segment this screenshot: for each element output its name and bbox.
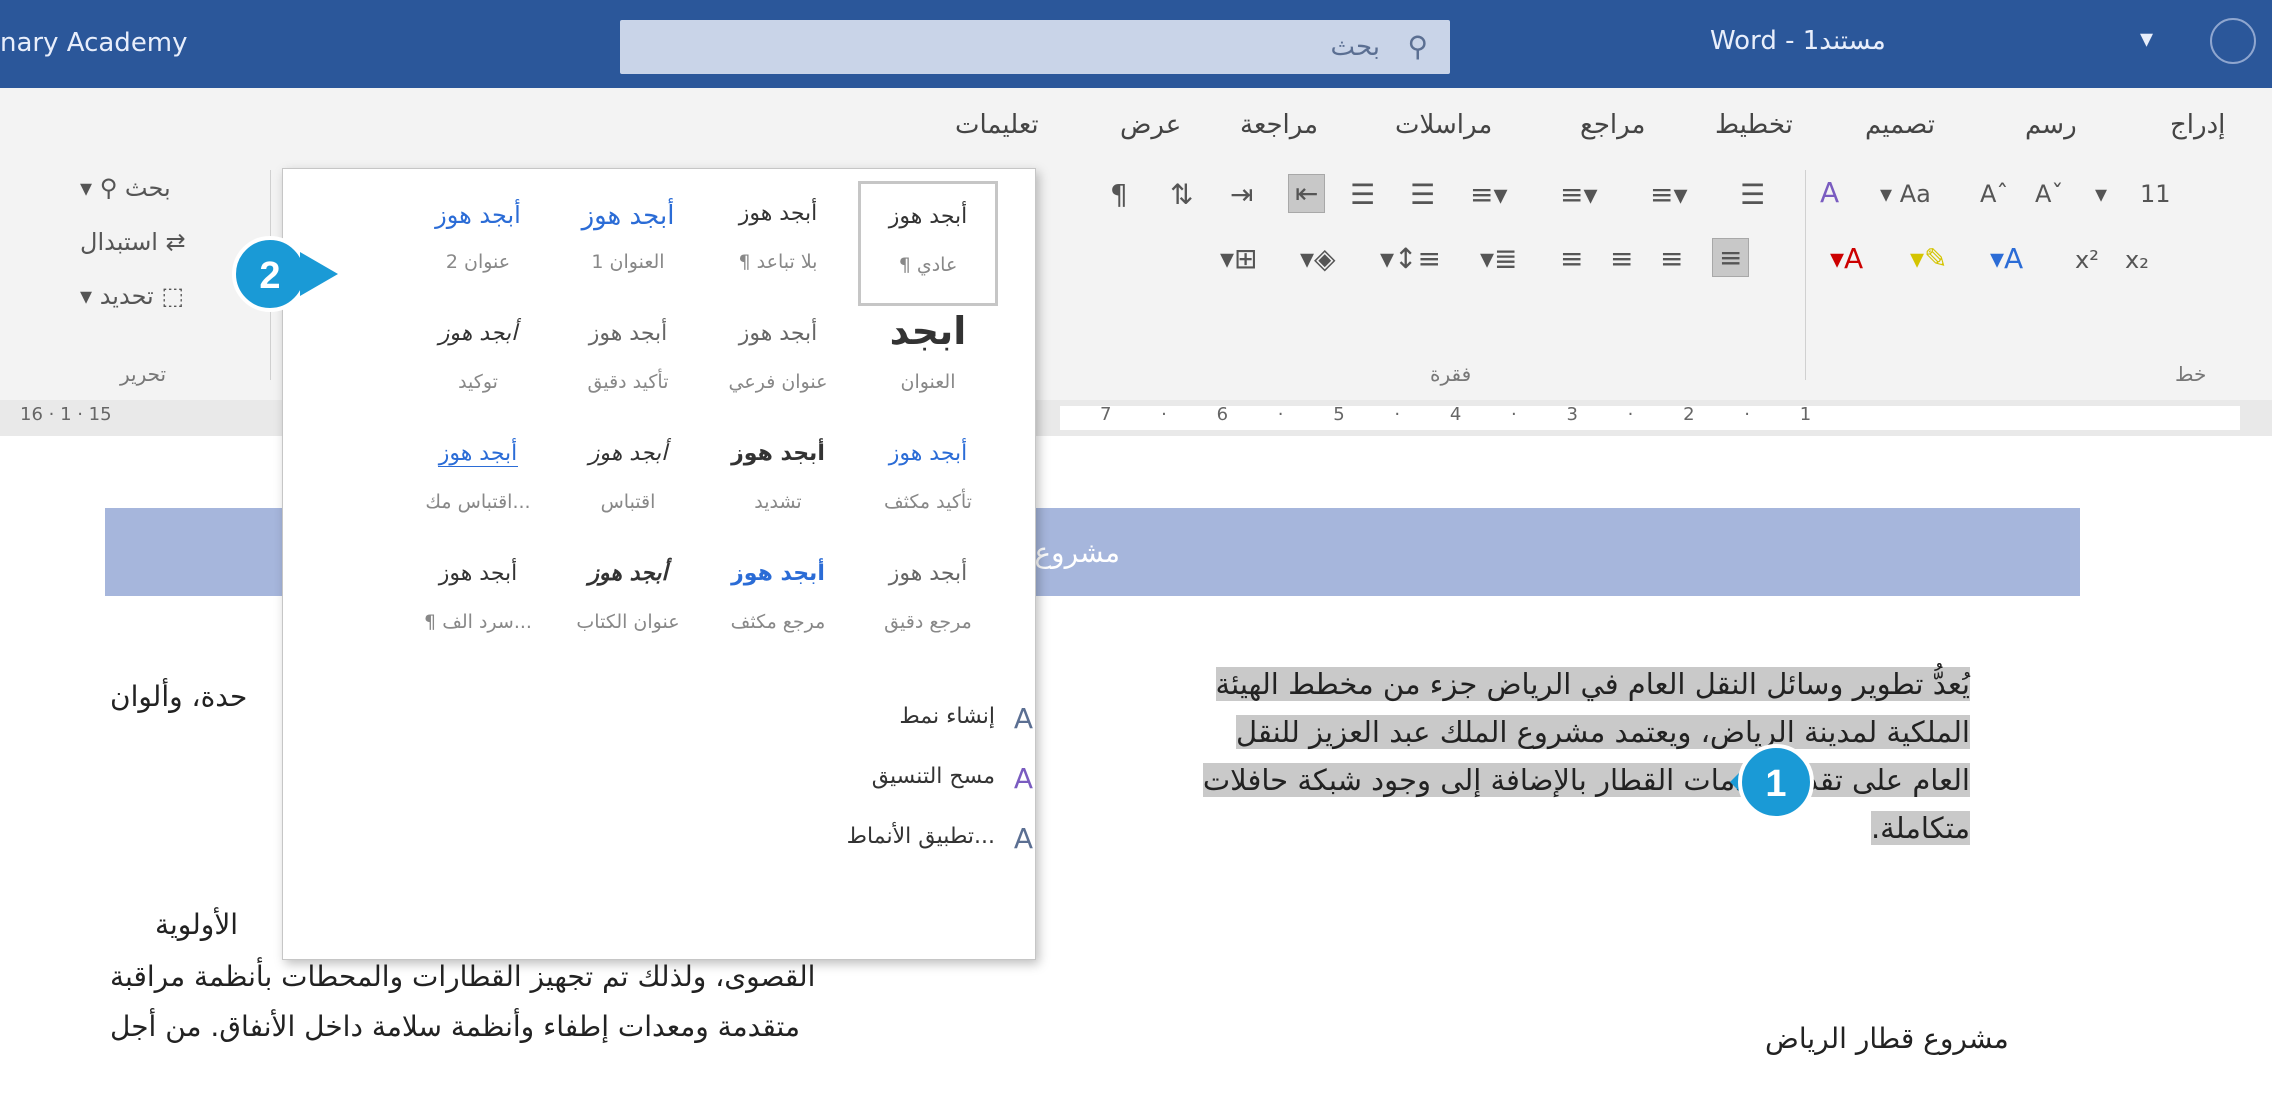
style-list-paragraph[interactable]: أبجد هوز ¶ سرد الف... <box>408 541 548 666</box>
callout-number-2: 2 <box>259 255 280 297</box>
document-title: Word - مستند1 <box>1710 26 1886 56</box>
change-case-button[interactable]: ▾ Aa <box>1880 180 1931 208</box>
align-right-icon[interactable]: ≡ <box>1660 242 1683 275</box>
text-effects-icon[interactable]: A <box>1820 176 1839 209</box>
shading-icon[interactable]: ▾◈ <box>1300 242 1336 275</box>
grow-font-button[interactable]: Aˆ <box>1980 180 2008 208</box>
user-avatar[interactable] <box>2210 18 2256 64</box>
group-separator <box>1805 170 1806 380</box>
find-button[interactable]: ▾ ⚲ بحث <box>80 174 171 202</box>
style-heading-2[interactable]: أبجد هوز عنوان 2 <box>408 181 548 306</box>
list-icon[interactable]: ☰ <box>1740 178 1765 211</box>
line-spacing-icon[interactable]: ▾↕≡ <box>1380 242 1441 275</box>
rtl-icon[interactable]: ⇤ <box>1288 174 1326 213</box>
create-style-icon: A <box>1013 702 1033 735</box>
tab-mailings[interactable]: مراسلات <box>1395 110 1492 140</box>
left-column-line: القصوى، ولذلك تم تجهيز القطارات والمحطات… <box>110 960 816 993</box>
borders-icon[interactable]: ▾⊞ <box>1220 242 1258 275</box>
clear-formatting-button[interactable]: مسح التنسيق A <box>872 762 1033 795</box>
align-center-icon[interactable]: ≡ <box>1610 242 1633 275</box>
tab-draw[interactable]: رسم <box>2025 110 2077 140</box>
replace-button[interactable]: استبدال ⇄ <box>80 228 186 256</box>
styles-gallery: أبجد هوز ¶ عادي أبجد هوز ¶ بلا تباعد أبج… <box>282 168 1036 960</box>
tab-view[interactable]: عرض <box>1120 110 1181 140</box>
style-subtitle[interactable]: أبجد هوز عنوان فرعي <box>708 301 848 426</box>
style-intense-quote[interactable]: أبجد هوز اقتباس مك... <box>408 421 548 546</box>
tab-references[interactable]: مراجع <box>1580 110 1645 140</box>
callout-badge-1: 1 <box>1730 744 1814 820</box>
pilcrow-icon[interactable]: ¶ <box>1110 178 1128 211</box>
style-emphasis[interactable]: أبجد هوز توكيد <box>408 301 548 426</box>
tab-layout[interactable]: تخطيط <box>1715 110 1793 140</box>
replace-icon: ⇄ <box>165 228 186 256</box>
account-name: nary Academy <box>0 28 188 58</box>
ltr-icon[interactable]: ⇥ <box>1230 178 1253 211</box>
apply-styles-button[interactable]: تطبيق الأنماط... A <box>847 822 1033 855</box>
text-effect-icon[interactable]: ▾A <box>1990 242 2023 275</box>
title-bar: nary Academy بحث ⚲ Word - مستند1 ▾ <box>0 0 2272 88</box>
ruler-numbers: 7 · 6 · 5 · 4 · 3 · 2 · 1 <box>1100 404 1834 425</box>
ruler-left-numbers: 16 · 1 · 15 <box>20 404 112 425</box>
editing-group-label: تحرير <box>120 362 167 386</box>
select-button[interactable]: ▾ تحديد ⬚ <box>80 282 184 310</box>
style-subtle-emphasis[interactable]: أبجد هوز تأكيد دقيق <box>558 301 698 426</box>
search-icon: ⚲ <box>1407 30 1428 63</box>
paragraph-group-label: فقرة <box>1430 362 1472 386</box>
bullets-icon[interactable]: ≡▾ <box>1650 178 1688 211</box>
left-column-priority: الأولوية <box>155 908 239 941</box>
justify-icon[interactable]: ▾≣ <box>1480 242 1518 275</box>
highlight-icon[interactable]: ▾✎ <box>1910 242 1948 275</box>
align-left-icon[interactable]: ≡ <box>1560 242 1583 275</box>
sort-icon[interactable]: ⇅ <box>1170 178 1193 211</box>
style-no-spacing[interactable]: أبجد هوز ¶ بلا تباعد <box>708 181 848 306</box>
style-intense-reference[interactable]: أبجد هوز مرجع مكثف <box>708 541 848 666</box>
clear-formatting-icon: A <box>1013 762 1033 795</box>
callout-badge-2: 2 <box>232 236 338 312</box>
tab-design[interactable]: تصميم <box>1865 110 1935 140</box>
left-column-line: حدة، وألوان <box>110 680 248 713</box>
decrease-indent-icon[interactable]: ☰ <box>1410 178 1435 211</box>
font-size-select[interactable]: ▾ <box>2095 180 2107 208</box>
apply-styles-icon: A <box>1013 822 1033 855</box>
numbering-icon[interactable]: ≡▾ <box>1560 178 1598 211</box>
multilevel-list-icon[interactable]: ≡▾ <box>1470 178 1508 211</box>
font-color-icon[interactable]: ▾A <box>1830 242 1863 275</box>
selected-paragraph[interactable]: يُعدُّ تطوير وسائل النقل العام في الرياض… <box>1170 660 1970 852</box>
section-heading: مشروع قطار الرياض <box>1765 1022 2009 1055</box>
align-justify-icon[interactable]: ≡ <box>1712 238 1750 277</box>
style-strong[interactable]: أبجد هوز تشديد <box>708 421 848 546</box>
style-heading-1[interactable]: أبجد هوز العنوان 1 <box>558 181 698 306</box>
pin-icon[interactable]: ▾ <box>2140 24 2153 54</box>
shrink-font-button[interactable]: Aˇ <box>2035 180 2063 208</box>
subscript-icon[interactable]: x₂ <box>2125 246 2149 274</box>
font-group-label: خط <box>2175 362 2207 386</box>
style-title[interactable]: ابجد العنوان <box>858 301 998 426</box>
search-label: بحث <box>1330 32 1380 62</box>
style-intense-emphasis[interactable]: أبجد هوز تأكيد مكثف <box>858 421 998 546</box>
callout-number-1: 1 <box>1765 763 1786 805</box>
style-normal[interactable]: أبجد هوز ¶ عادي <box>858 181 998 306</box>
increase-indent-icon[interactable]: ☰ <box>1350 178 1375 211</box>
style-quote[interactable]: أبجد هوز اقتباس <box>558 421 698 546</box>
search-icon: ⚲ <box>99 174 118 202</box>
tab-insert[interactable]: إدراج <box>2170 110 2225 140</box>
superscript-icon[interactable]: x² <box>2075 246 2099 274</box>
style-book-title[interactable]: أبجد هوز عنوان الكتاب <box>558 541 698 666</box>
left-column-line: متقدمة ومعدات إطفاء وأنظمة سلامة داخل ال… <box>110 1010 800 1043</box>
search-box[interactable]: بحث ⚲ <box>620 20 1450 74</box>
tab-help[interactable]: تعليمات <box>955 110 1039 140</box>
font-size-value[interactable]: 11 <box>2140 180 2171 208</box>
create-style-button[interactable]: إنشاء نمط A <box>899 702 1033 735</box>
ribbon-tabs: تعليمات عرض مراجعة مراسلات مراجع تخطيط ت… <box>0 88 2272 160</box>
tab-review[interactable]: مراجعة <box>1240 110 1318 140</box>
style-subtle-reference[interactable]: أبجد هوز مرجع دقيق <box>858 541 998 666</box>
select-icon: ⬚ <box>161 282 185 310</box>
